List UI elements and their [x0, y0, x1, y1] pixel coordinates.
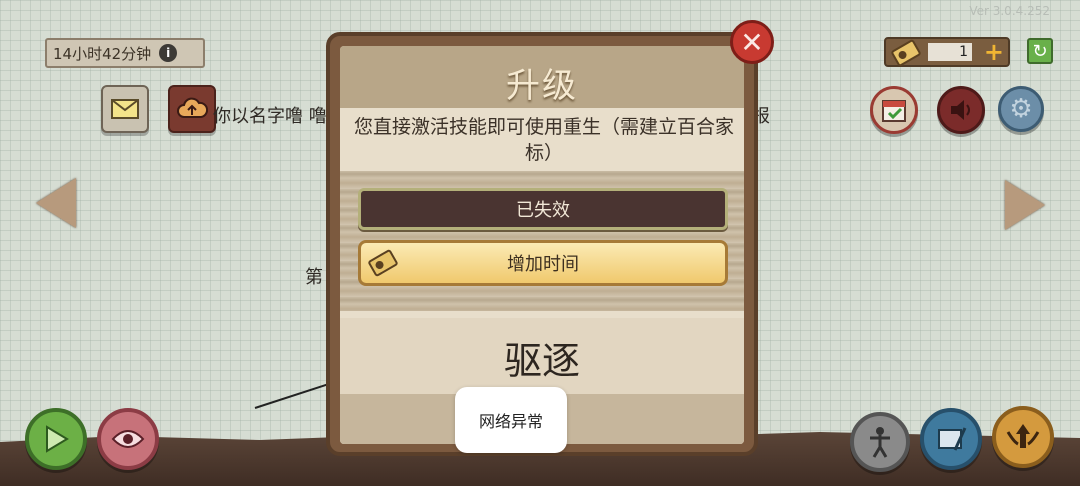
ticket-count: 1 [928, 43, 972, 61]
network-error-toast: 网络异常 [455, 387, 567, 453]
stickman-icon [870, 427, 890, 458]
eye-icon [111, 430, 145, 448]
add-tickets-button[interactable]: + [984, 39, 1004, 65]
scroll-button[interactable] [920, 408, 982, 470]
calendar-button[interactable] [870, 86, 918, 134]
speaker-icon [951, 100, 970, 120]
add-time-button[interactable]: 增加时间 [358, 240, 728, 286]
dialog-description: 您直接激活技能即可使用重生（需建立百合家标） [353, 116, 734, 164]
view-button[interactable] [97, 408, 159, 470]
refresh-button[interactable]: ↻ [1027, 38, 1053, 64]
ground-line [254, 383, 327, 409]
background-text-left: 第 [305, 267, 323, 288]
expired-button[interactable]: 已失效 [358, 188, 728, 230]
character-button[interactable] [850, 412, 910, 472]
background-message: 你以名字噜 噜 [213, 106, 327, 127]
ticket-counter: 1 + [884, 37, 1010, 67]
ticket-icon [368, 249, 398, 277]
dialog-content: 升级 您直接激活技能即可使用重生（需建立百合家标） 已失效 增加时间 驱逐 [340, 46, 744, 444]
upgrade-button[interactable] [992, 406, 1054, 468]
ticket-icon [891, 39, 921, 67]
timer-text: 14小时42分钟 [53, 44, 152, 63]
play-button[interactable] [25, 408, 87, 470]
dialog-title: 升级 [506, 66, 578, 106]
winged-arrow-icon [1006, 424, 1040, 448]
info-icon[interactable]: i [159, 44, 178, 62]
calendar-check-icon [882, 100, 906, 122]
prev-arrow-button[interactable] [36, 178, 76, 228]
timer-badge[interactable]: 14小时42分钟 i [45, 38, 205, 68]
section-expel-title: 驱逐 [503, 339, 580, 383]
cloud-upload-button[interactable] [168, 85, 216, 133]
sound-button[interactable] [937, 86, 985, 134]
next-arrow-button[interactable] [1005, 180, 1045, 230]
version-label: Ver 3.0.4.252 [969, 4, 1050, 18]
close-button[interactable]: ✕ [730, 20, 774, 64]
close-icon: ✕ [740, 25, 764, 59]
mail-button[interactable] [101, 85, 149, 133]
add-time-label: 增加时间 [507, 254, 579, 275]
envelope-icon [111, 99, 139, 119]
play-icon [46, 425, 69, 453]
gear-icon: ⚙ [1009, 94, 1033, 124]
scroll-quill-icon [938, 427, 967, 451]
settings-button[interactable]: ⚙ [998, 86, 1044, 132]
refresh-icon: ↻ [1032, 40, 1048, 62]
cloud-upload-icon [177, 97, 208, 118]
